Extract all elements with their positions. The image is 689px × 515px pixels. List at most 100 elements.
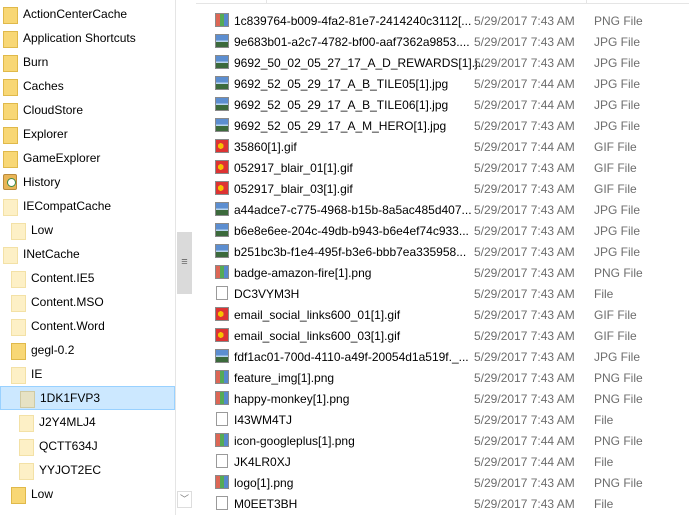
file-name: feature_img[1].png [234, 370, 335, 385]
tree-item[interactable]: Burn [0, 50, 175, 74]
tree-item-label: Content.MSO [31, 295, 104, 309]
file-date-modified: 5/29/2017 7:44 AM [474, 454, 575, 469]
file-date-modified: 5/29/2017 7:43 AM [474, 55, 575, 70]
tree-item[interactable]: Caches [0, 74, 175, 98]
file-row[interactable]: JK4LR0XJ 5/29/2017 7:44 AM File [196, 451, 689, 472]
file-row[interactable]: email_social_links600_03[1].gif 5/29/201… [196, 325, 689, 346]
file-date-modified: 5/29/2017 7:43 AM [474, 412, 575, 427]
file-file-icon [216, 412, 228, 426]
file-row[interactable]: email_social_links600_01[1].gif 5/29/201… [196, 304, 689, 325]
file-date-modified: 5/29/2017 7:43 AM [474, 307, 575, 322]
scroll-down-arrow-icon[interactable]: ﹀ [177, 491, 192, 508]
scrollbar-thumb[interactable]: ≡ [177, 232, 192, 294]
column-divider[interactable] [586, 0, 587, 4]
file-date-modified: 5/29/2017 7:43 AM [474, 13, 575, 28]
tree-item[interactable]: INetCache [0, 242, 175, 266]
folder-hidden-icon [19, 438, 34, 456]
tree-item[interactable]: CloudStore [0, 98, 175, 122]
tree-item[interactable]: 1DK1FVP3 [0, 386, 175, 410]
file-date-modified: 5/29/2017 7:43 AM [474, 496, 575, 511]
file-name: happy-monkey[1].png [234, 391, 350, 406]
png-file-icon [215, 391, 229, 405]
tree-item[interactable]: YYJOT2EC [0, 458, 175, 482]
file-type: JPG File [594, 76, 641, 91]
file-date-modified: 5/29/2017 7:43 AM [474, 349, 575, 364]
tree-item-label: IE [31, 367, 43, 381]
file-row[interactable]: 052917_blair_01[1].gif 5/29/2017 7:43 AM… [196, 157, 689, 178]
file-file-icon [216, 286, 228, 300]
tree-item-label: Content.Word [31, 319, 105, 333]
file-row[interactable]: icon-googleplus[1].png 5/29/2017 7:44 AM… [196, 430, 689, 451]
tree-item-label: ActionCenterCache [23, 7, 128, 21]
tree-item[interactable]: History [0, 170, 175, 194]
tree-item-label: YYJOT2EC [39, 463, 102, 477]
tree-item[interactable]: Application Shortcuts [0, 26, 175, 50]
folder-hidden-icon [11, 270, 26, 288]
file-type: GIF File [594, 139, 637, 154]
file-row[interactable]: a44adce7-c775-4968-b15b-8a5ac485d407... … [196, 199, 689, 220]
tree-item[interactable]: IE [0, 362, 175, 386]
file-date-modified: 5/29/2017 7:43 AM [474, 475, 575, 490]
file-row[interactable]: feature_img[1].png 5/29/2017 7:43 AM PNG… [196, 367, 689, 388]
file-row[interactable]: fdf1ac01-700d-4110-a49f-20054d1a519f._..… [196, 346, 689, 367]
file-row[interactable]: 9692_52_05_29_17_A_B_TILE05[1].jpg 5/29/… [196, 73, 689, 94]
file-row[interactable]: 9692_52_05_29_17_A_M_HERO[1].jpg 5/29/20… [196, 115, 689, 136]
file-row[interactable]: 9692_50_02_05_27_17_A_D_REWARDS[1].j... … [196, 52, 689, 73]
file-row[interactable]: 9692_52_05_29_17_A_B_TILE06[1].jpg 5/29/… [196, 94, 689, 115]
tree-item-label: GameExplorer [23, 151, 101, 165]
file-type: GIF File [594, 328, 637, 343]
file-name: b6e8e6ee-204c-49db-b943-b6e4ef74c933... [234, 223, 469, 238]
file-row[interactable]: happy-monkey[1].png 5/29/2017 7:43 AM PN… [196, 388, 689, 409]
gif-file-icon [215, 307, 229, 321]
file-date-modified: 5/29/2017 7:43 AM [474, 286, 575, 301]
png-file-icon [215, 13, 229, 27]
file-name: badge-amazon-fire[1].png [234, 265, 372, 280]
tree-item[interactable]: Content.Word [0, 314, 175, 338]
tree-item[interactable]: Content.MSO [0, 290, 175, 314]
folder-hidden-icon [11, 222, 26, 240]
file-row[interactable]: DC3VYM3H 5/29/2017 7:43 AM File [196, 283, 689, 304]
file-name: logo[1].png [234, 475, 294, 490]
file-type: JPG File [594, 244, 641, 259]
tree-item[interactable]: Explorer [0, 122, 175, 146]
file-type: GIF File [594, 307, 637, 322]
tree-item[interactable]: Low [0, 482, 175, 506]
folder-hidden-icon [11, 318, 26, 336]
file-name: email_social_links600_01[1].gif [234, 307, 401, 322]
file-row[interactable]: badge-amazon-fire[1].png 5/29/2017 7:43 … [196, 262, 689, 283]
tree-item[interactable]: Content.IE5 [0, 266, 175, 290]
file-row[interactable]: 9e683b01-a2c7-4782-bf00-aaf7362a9853....… [196, 31, 689, 52]
column-divider[interactable] [266, 0, 267, 4]
file-row[interactable]: M0EET3BH 5/29/2017 7:43 AM File [196, 493, 689, 514]
folder-icon [3, 78, 18, 96]
file-type: JPG File [594, 55, 641, 70]
file-name: DC3VYM3H [234, 286, 300, 301]
folder-hidden-icon [19, 462, 34, 480]
folder-icon [3, 126, 18, 144]
jpg-file-icon [215, 244, 229, 258]
tree-item[interactable]: Low [0, 218, 175, 242]
tree-item[interactable]: J2Y4MLJ4 [0, 410, 175, 434]
tree-item[interactable]: gegl-0.2 [0, 338, 175, 362]
tree-item[interactable]: QCTT634J [0, 434, 175, 458]
jpg-file-icon [215, 223, 229, 237]
tree-item[interactable]: ActionCenterCache [0, 2, 175, 26]
gif-file-icon [215, 181, 229, 195]
file-type: PNG File [594, 433, 643, 448]
tree-item[interactable]: IECompatCache [0, 194, 175, 218]
jpg-file-icon [215, 118, 229, 132]
nav-scrollbar[interactable]: ≡ ﹀ [175, 0, 192, 515]
tree-item[interactable]: GameExplorer [0, 146, 175, 170]
tree-item-label: 1DK1FVP3 [40, 391, 101, 405]
file-row[interactable]: logo[1].png 5/29/2017 7:43 AM PNG File [196, 472, 689, 493]
file-row[interactable]: 052917_blair_03[1].gif 5/29/2017 7:43 AM… [196, 178, 689, 199]
file-row[interactable]: b6e8e6ee-204c-49db-b943-b6e4ef74c933... … [196, 220, 689, 241]
file-row[interactable]: b251bc3b-f1e4-495f-b3e6-bbb7ea335958... … [196, 241, 689, 262]
folder-icon [3, 150, 18, 168]
file-file-icon [216, 454, 228, 468]
file-row[interactable]: 35860[1].gif 5/29/2017 7:44 AM GIF File [196, 136, 689, 157]
file-row[interactable]: 1c839764-b009-4fa2-81e7-2414240c3112[...… [196, 10, 689, 31]
folder-hidden-icon [3, 198, 18, 216]
jpg-file-icon [215, 349, 229, 363]
file-row[interactable]: I43WM4TJ 5/29/2017 7:43 AM File [196, 409, 689, 430]
